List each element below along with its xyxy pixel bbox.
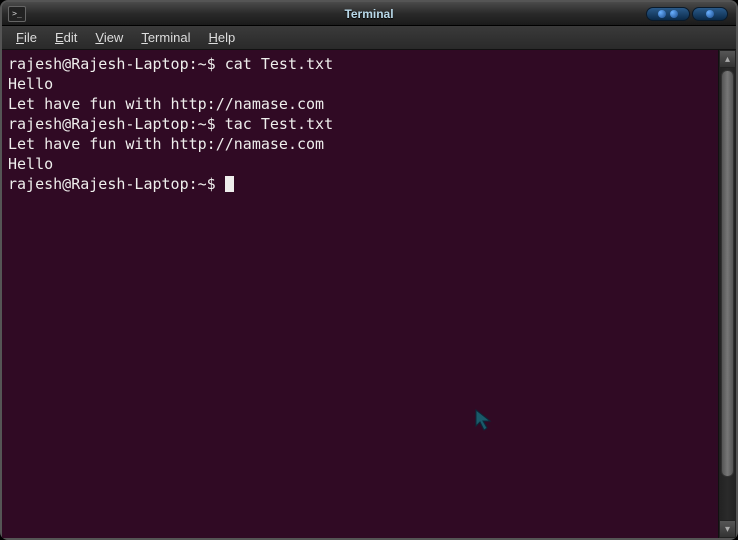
menu-terminal[interactable]: Terminal [133, 28, 198, 47]
scrollbar[interactable]: ▴ ▾ [718, 50, 736, 538]
menu-edit[interactable]: Edit [47, 28, 85, 47]
terminal-cursor [225, 176, 234, 192]
window-title: Terminal [2, 7, 736, 21]
minimize-maximize-buttons[interactable] [646, 7, 690, 21]
close-button[interactable] [692, 7, 728, 21]
terminal-line: Hello [8, 154, 712, 174]
scroll-thumb[interactable] [721, 70, 734, 477]
menubar: File Edit View Terminal Help [2, 26, 736, 50]
terminal-window: Terminal File Edit View Terminal Help ra… [0, 0, 738, 540]
menu-view[interactable]: View [87, 28, 131, 47]
scroll-up-button[interactable]: ▴ [719, 50, 736, 68]
titlebar[interactable]: Terminal [2, 2, 736, 26]
window-controls [646, 7, 728, 21]
terminal-area: rajesh@Rajesh-Laptop:~$ cat Test.txtHell… [2, 50, 736, 538]
terminal-line: rajesh@Rajesh-Laptop:~$ tac Test.txt [8, 114, 712, 134]
terminal-line: rajesh@Rajesh-Laptop:~$ [8, 174, 712, 194]
menu-file[interactable]: File [8, 28, 45, 47]
app-icon [8, 6, 26, 22]
terminal-line: Hello [8, 74, 712, 94]
terminal-line: Let have fun with http://namase.com [8, 134, 712, 154]
menu-help[interactable]: Help [200, 28, 243, 47]
terminal-line: rajesh@Rajesh-Laptop:~$ cat Test.txt [8, 54, 712, 74]
scroll-down-button[interactable]: ▾ [719, 520, 736, 538]
scroll-track[interactable] [719, 68, 736, 520]
terminal-output[interactable]: rajesh@Rajesh-Laptop:~$ cat Test.txtHell… [2, 50, 718, 538]
terminal-line: Let have fun with http://namase.com [8, 94, 712, 114]
